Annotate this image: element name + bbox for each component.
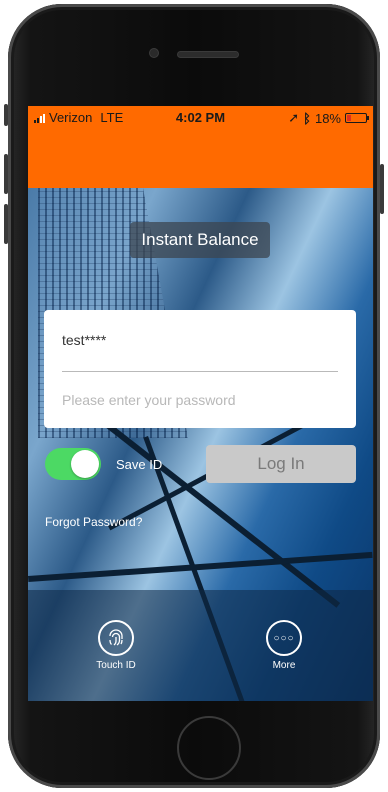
mute-switch: [4, 104, 8, 126]
more-dots-icon: ○○○: [266, 620, 302, 656]
app-header: [28, 128, 373, 188]
bluetooth-icon: ᛒ: [303, 110, 311, 126]
home-button[interactable]: [177, 716, 241, 780]
page-title: Instant Balance: [130, 222, 270, 258]
battery-icon: [345, 113, 369, 123]
login-button[interactable]: Log In: [206, 445, 356, 483]
volume-down-button: [4, 204, 8, 244]
username-field[interactable]: test****: [62, 332, 106, 348]
more-label: More: [272, 660, 296, 671]
battery-percent: 18%: [314, 110, 341, 126]
more-button[interactable]: ○○○ More: [254, 620, 314, 671]
login-card: test**** Please enter your password: [44, 310, 356, 428]
save-id-toggle[interactable]: [45, 448, 101, 480]
volume-up-button: [4, 154, 8, 194]
touch-id-label: Touch ID: [96, 660, 136, 671]
front-camera: [150, 49, 158, 57]
save-id-label: Save ID: [116, 457, 163, 472]
status-bar: Verizon LTE 4:02 PM ➚ ᛒ 18%: [28, 106, 373, 128]
password-field[interactable]: Please enter your password: [62, 392, 236, 408]
forgot-password-link[interactable]: Forgot Password?: [45, 515, 142, 529]
touch-id-button[interactable]: Touch ID: [86, 620, 146, 671]
toggle-knob: [71, 450, 99, 478]
earpiece-speaker: [178, 52, 238, 57]
power-button: [380, 164, 384, 214]
location-icon: ➚: [288, 110, 300, 125]
fingerprint-icon: [98, 620, 134, 656]
app-screen: Verizon LTE 4:02 PM ➚ ᛒ 18% Instant Bala…: [28, 106, 373, 701]
field-divider: [62, 371, 338, 372]
bottom-overlay: [28, 590, 373, 701]
